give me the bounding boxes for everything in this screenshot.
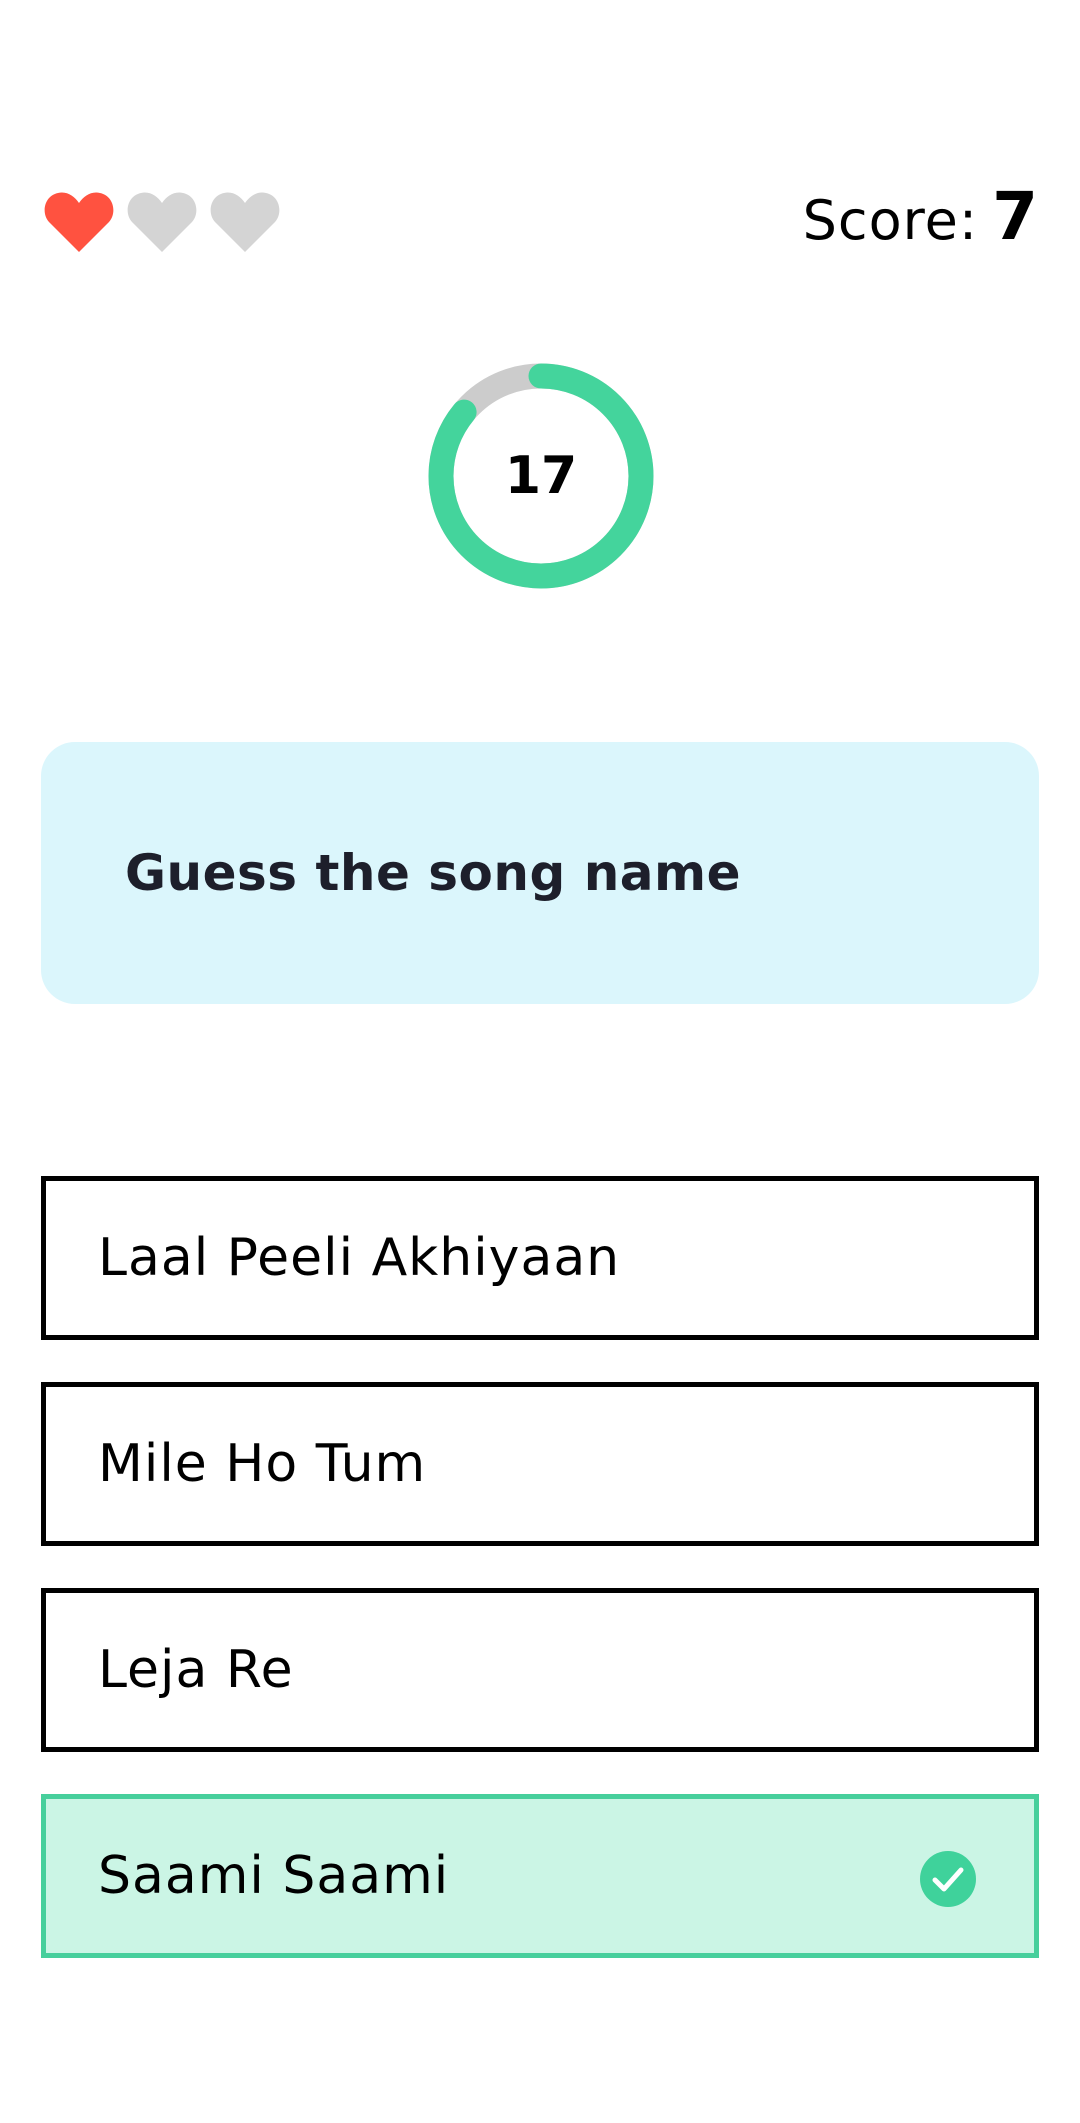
heart-icon-filled	[44, 192, 114, 252]
answer-option-2[interactable]: Mile Ho Tum	[41, 1382, 1039, 1546]
answer-option-label: Leja Re	[98, 1640, 294, 1700]
answer-option-1[interactable]: Laal Peeli Akhiyaan	[41, 1176, 1039, 1340]
check-circle-icon	[920, 1851, 976, 1907]
answer-options: Laal Peeli Akhiyaan Mile Ho Tum Leja Re …	[41, 1176, 1039, 2000]
countdown-timer: 17	[427, 362, 655, 590]
score-label: Score:	[802, 189, 979, 252]
answer-option-label: Mile Ho Tum	[98, 1434, 427, 1494]
question-card: Guess the song name	[41, 742, 1039, 1004]
question-text: Guess the song name	[125, 844, 742, 902]
score-value: 7	[992, 178, 1038, 255]
answer-option-3[interactable]: Leja Re	[41, 1588, 1039, 1752]
heart-icon-empty	[210, 192, 280, 252]
answer-option-label: Saami Saami	[98, 1846, 450, 1906]
timer-seconds: 17	[504, 446, 578, 506]
score-display: Score: 7	[803, 178, 1038, 258]
answer-option-4-correct[interactable]: Saami Saami	[41, 1794, 1039, 1958]
heart-icon-empty	[127, 192, 197, 252]
answer-option-label: Laal Peeli Akhiyaan	[98, 1228, 621, 1288]
lives-indicator	[43, 188, 281, 254]
